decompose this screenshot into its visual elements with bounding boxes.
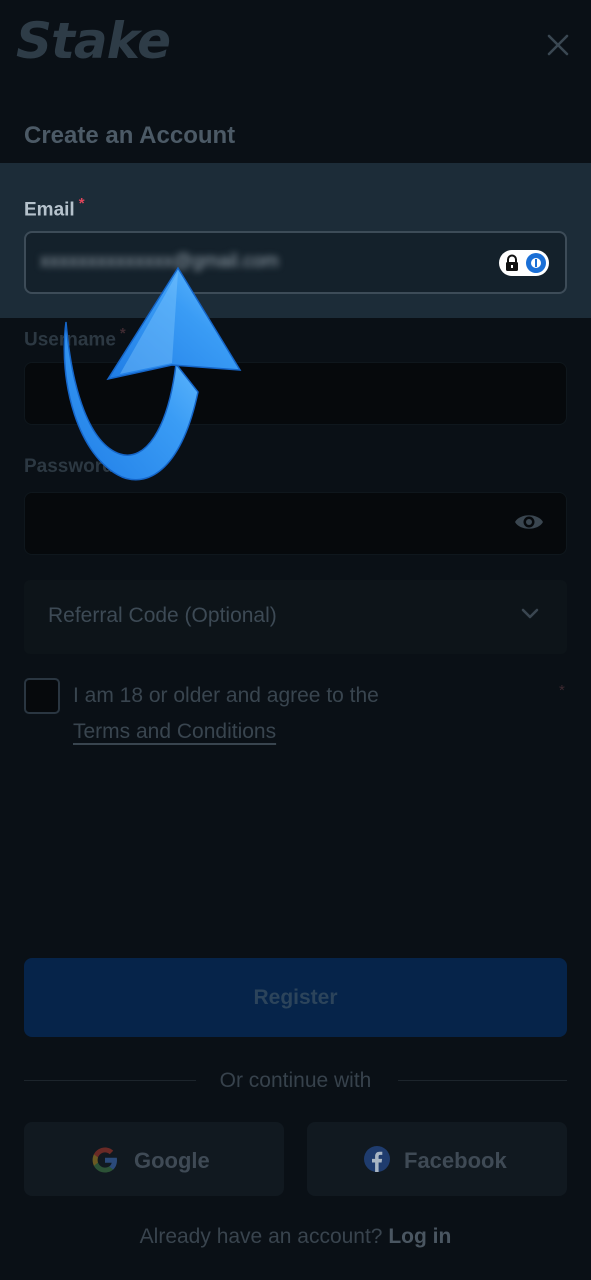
required-mark: * [78, 195, 85, 212]
login-prompt-text: Already have an account? [139, 1225, 383, 1248]
terms-text: I am 18 or older and agree to the [73, 684, 379, 707]
divider-text: Or continue with [219, 1069, 372, 1092]
google-button[interactable]: Google [24, 1122, 284, 1196]
facebook-label: Facebook [404, 1148, 507, 1173]
terms-required-mark: * [559, 682, 565, 699]
referral-code-label: Referral Code (Optional) [48, 604, 277, 627]
chevron-down-icon [521, 608, 539, 619]
email-label-text: Email [24, 199, 75, 221]
password-input[interactable] [24, 492, 567, 555]
close-icon[interactable] [543, 30, 573, 60]
login-prompt: Already have an account? Log in [0, 1225, 591, 1249]
google-label: Google [134, 1148, 210, 1173]
stake-logo: Stake [16, 12, 171, 70]
create-account-modal: Stake Create an Account Email * xxxxxxxxx… [0, 0, 591, 1280]
referral-code-dropdown[interactable]: Referral Code (Optional) [24, 580, 567, 654]
register-button[interactable]: Register [24, 958, 567, 1037]
login-link[interactable]: Log in [388, 1225, 451, 1248]
eye-icon[interactable] [514, 511, 544, 533]
facebook-icon [364, 1146, 390, 1172]
email-label: Email * [24, 195, 85, 221]
facebook-button[interactable]: Facebook [307, 1122, 567, 1196]
terms-link[interactable]: Terms and Conditions [73, 720, 276, 744]
1password-logo-icon [526, 253, 546, 273]
lock-icon [506, 254, 518, 271]
annotation-arrow-icon [63, 266, 242, 481]
1password-icon[interactable] [499, 250, 549, 276]
terms-checkbox[interactable] [24, 678, 60, 714]
page-title: Create an Account [24, 122, 236, 149]
google-icon [92, 1147, 117, 1173]
